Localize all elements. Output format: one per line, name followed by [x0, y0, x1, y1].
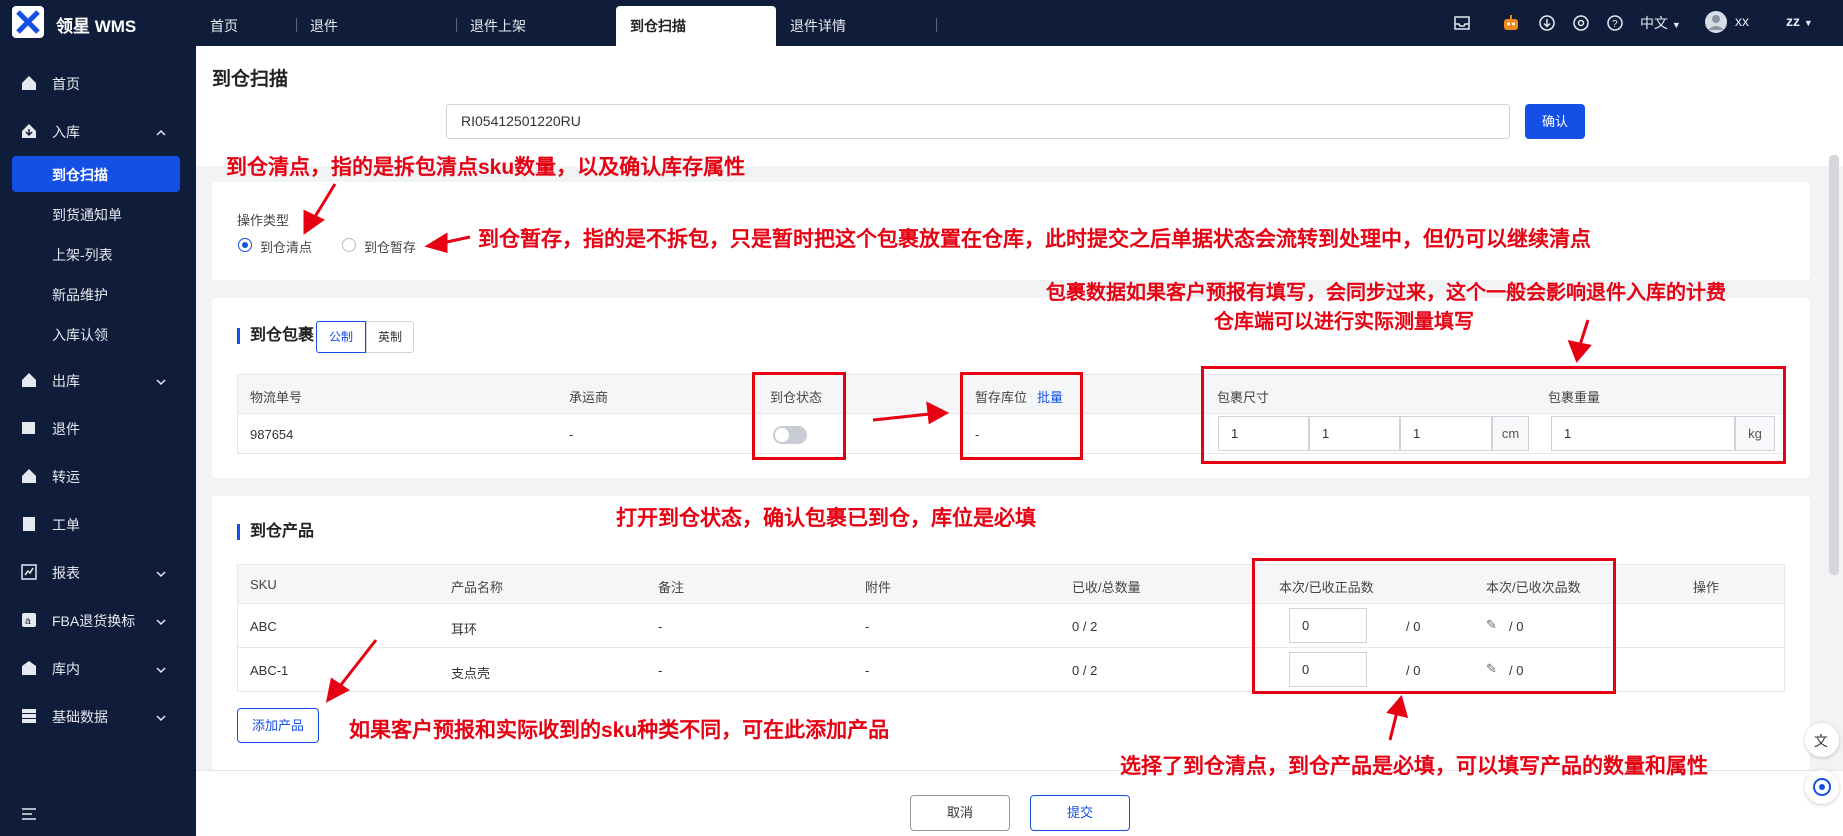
arrow-head [424, 232, 448, 253]
arrow-add [338, 639, 378, 687]
arrow-status-location [872, 412, 931, 422]
arrow-count [311, 183, 337, 221]
arrow-head [1567, 339, 1592, 363]
arrow-size [1578, 319, 1590, 346]
arrow-products [1388, 711, 1399, 741]
annotation-arrows [303, 183, 1592, 741]
arrow-head [1386, 694, 1409, 719]
arrow-head [303, 209, 325, 235]
arrow-head [926, 401, 950, 425]
